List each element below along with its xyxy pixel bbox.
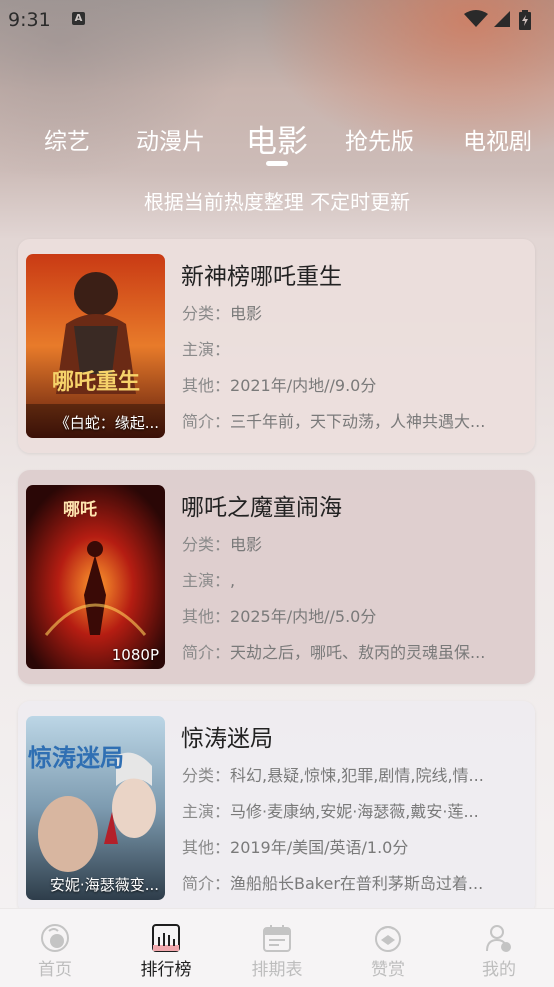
intro-value: 天劫之后，哪吒、敖丙的灵魂虽保... — [230, 643, 486, 662]
intro-label: 简介： — [182, 874, 231, 893]
category-row: 分类：电影 — [182, 300, 527, 324]
intro-label: 简介： — [182, 412, 231, 431]
battery-icon — [519, 10, 531, 30]
poster-artwork: 哪吒 — [26, 485, 165, 669]
nav-home-label: 首页 — [38, 960, 72, 980]
other-label: 其他： — [182, 376, 231, 395]
category-value: 电影 — [230, 535, 263, 554]
poster-art-text: 惊涛迷局 — [28, 744, 124, 772]
bottom-navigation: 首页 排行榜 排期表 赞赏 我的 — [0, 908, 554, 987]
movie-poster: 哪吒 1080P — [26, 485, 165, 669]
movie-card[interactable]: 哪吒重生 《白蛇：缘起... 新神榜哪吒重生 分类：电影 主演： 其他：2021… — [18, 239, 535, 453]
other-row: 其他：2019年/美国/英语/1.0分 — [182, 834, 527, 858]
nav-appreciate[interactable]: 赞赏 — [333, 909, 443, 987]
system-icons — [464, 10, 546, 30]
poster-label: 《白蛇：缘起... — [54, 414, 159, 432]
intro-row: 简介：渔船船长Baker在普利茅斯岛过着... — [182, 870, 527, 894]
nav-schedule[interactable]: 排期表 — [222, 909, 332, 987]
schedule-icon — [263, 925, 291, 952]
home-icon — [41, 924, 69, 952]
signal-icon — [494, 11, 510, 27]
category-label: 分类： — [182, 535, 231, 554]
nav-profile[interactable]: 我的 — [444, 909, 554, 987]
poster-artwork: 惊涛迷局 — [26, 716, 165, 900]
appreciate-icon — [375, 926, 401, 952]
cast-row: 主演：马修·麦康纳,安妮·海瑟薇,戴安·莲... — [182, 798, 527, 822]
other-row: 其他：2025年/内地//5.0分 — [182, 603, 527, 627]
cast-row: 主演： — [182, 336, 527, 360]
cast-label: 主演： — [182, 340, 231, 359]
intro-value: 渔船船长Baker在普利茅斯岛过着... — [230, 874, 484, 893]
nav-schedule-label: 排期表 — [251, 960, 303, 980]
other-value: 2019年/美国/英语/1.0分 — [230, 838, 409, 857]
cast-row: 主演：, — [182, 567, 527, 591]
profile-icon — [486, 925, 511, 952]
other-value: 2025年/内地//5.0分 — [230, 607, 377, 626]
intro-value: 三千年前，天下动荡，人神共遇大... — [230, 412, 486, 431]
movie-poster: 哪吒重生 《白蛇：缘起... — [26, 254, 165, 438]
poster-art-text: 哪吒 — [63, 500, 97, 520]
other-label: 其他： — [182, 838, 231, 857]
movie-title: 新神榜哪吒重生 — [181, 264, 342, 290]
movie-title: 哪吒之魔童闹海 — [181, 495, 342, 521]
cast-label: 主演： — [182, 802, 231, 821]
category-value: 科幻,悬疑,惊悚,犯罪,剧情,院线,情... — [230, 766, 484, 785]
nav-ranking[interactable]: 排行榜 — [111, 909, 221, 987]
tab-movie[interactable]: 电影 — [246, 116, 308, 161]
movie-poster: 惊涛迷局 安妮·海瑟薇变... — [26, 716, 165, 900]
intro-row: 简介：天劫之后，哪吒、敖丙的灵魂虽保... — [182, 639, 527, 663]
other-row: 其他：2021年/内地//9.0分 — [182, 372, 527, 396]
tab-preview[interactable]: 抢先版 — [345, 122, 414, 156]
other-label: 其他： — [182, 607, 231, 626]
notification-icon: A — [72, 12, 85, 25]
category-row: 分类：电影 — [182, 531, 527, 555]
tab-variety[interactable]: 综艺 — [44, 122, 90, 156]
movie-title: 惊涛迷局 — [181, 726, 273, 752]
intro-row: 简介：三千年前，天下动荡，人神共遇大... — [182, 408, 527, 432]
tab-anime[interactable]: 动漫片 — [136, 122, 205, 156]
movie-card[interactable]: 哪吒 1080P 哪吒之魔童闹海 分类：电影 主演：, 其他：2025年/内地/… — [18, 470, 535, 684]
nav-profile-label: 我的 — [482, 960, 516, 980]
nav-home[interactable]: 首页 — [0, 909, 110, 987]
category-value: 电影 — [230, 304, 263, 323]
poster-art-text: 哪吒重生 — [52, 369, 140, 395]
category-row: 分类：科幻,悬疑,惊悚,犯罪,剧情,院线,情... — [182, 762, 527, 786]
movie-card[interactable]: 惊涛迷局 安妮·海瑟薇变... 惊涛迷局 分类：科幻,悬疑,惊悚,犯罪,剧情,院… — [18, 701, 535, 915]
category-label: 分类： — [182, 304, 231, 323]
ranking-subtitle: 根据当前热度整理 不定时更新 — [143, 190, 411, 214]
nav-ranking-label: 排行榜 — [140, 960, 192, 980]
category-label: 分类： — [182, 766, 231, 785]
poster-label: 安妮·海瑟薇变... — [49, 876, 159, 894]
ranking-icon — [152, 924, 180, 952]
intro-label: 简介： — [182, 643, 231, 662]
active-tab-indicator — [266, 161, 288, 166]
poster-artwork: 哪吒重生 — [26, 254, 165, 438]
poster-label: 1080P — [111, 646, 159, 664]
wifi-icon — [464, 10, 488, 27]
status-bar: 9:31 A — [0, 0, 554, 38]
cast-value: , — [230, 571, 236, 590]
nav-appreciate-label: 赞赏 — [371, 960, 405, 980]
other-value: 2021年/内地//9.0分 — [230, 376, 377, 395]
status-time: 9:31 — [8, 9, 51, 31]
cast-value: 马修·麦康纳,安妮·海瑟薇,戴安·莲... — [230, 802, 479, 821]
cast-label: 主演： — [182, 571, 231, 590]
tab-tv-series[interactable]: 电视剧 — [463, 122, 532, 156]
